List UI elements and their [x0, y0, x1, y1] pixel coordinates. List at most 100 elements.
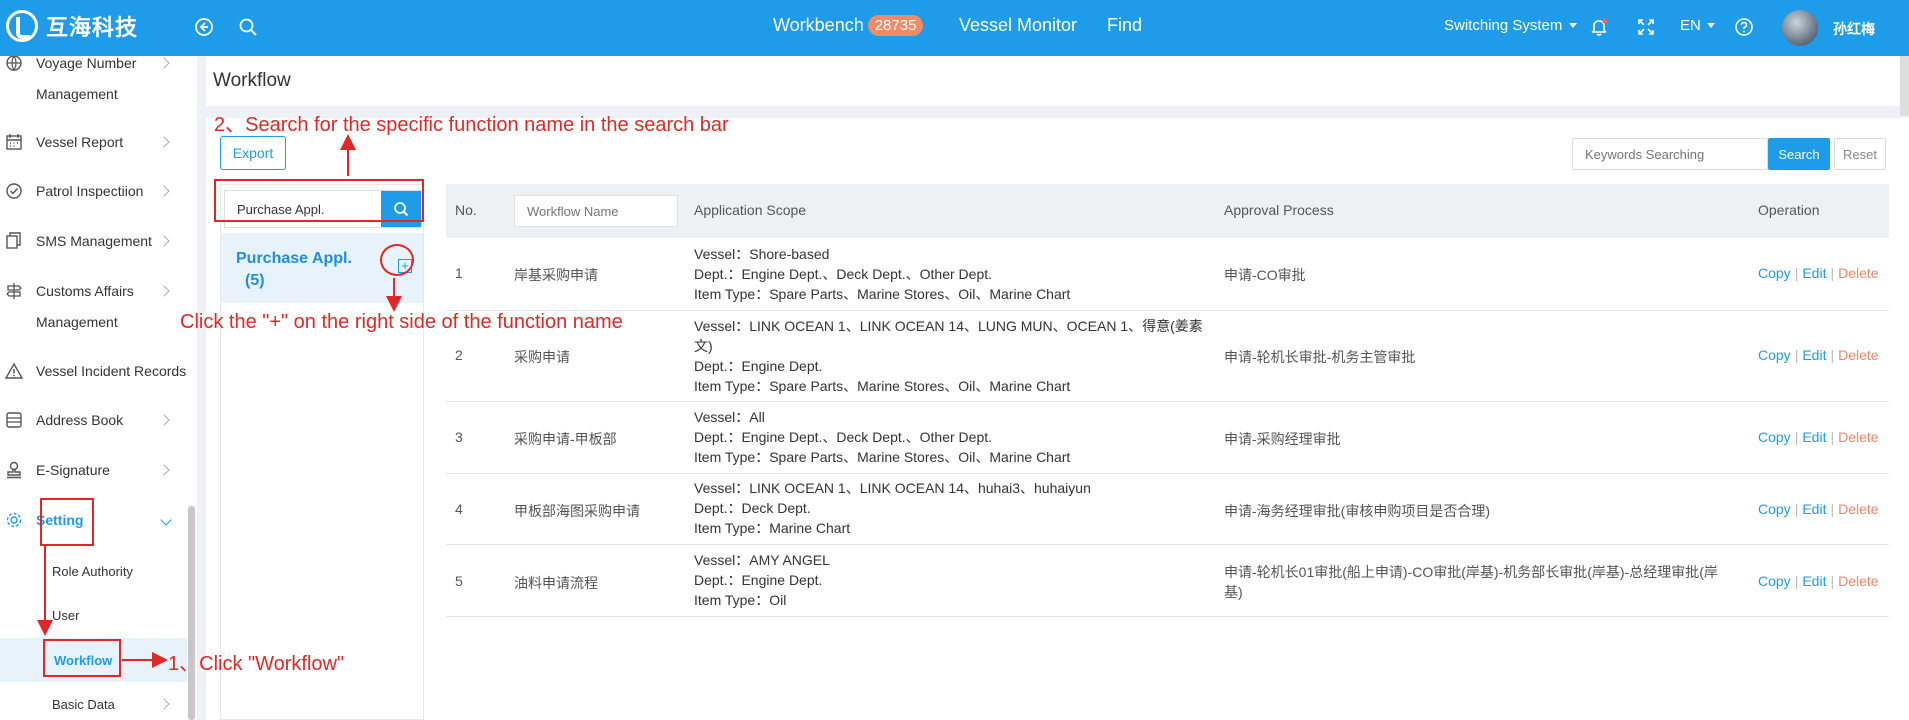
sidebar-item-label: SMS Management [36, 233, 152, 249]
copy-button[interactable]: Copy [1758, 501, 1791, 517]
sidebar-item-voyage-number[interactable]: Voyage Number [0, 56, 187, 76]
sidebar-item-label: E-Signature [36, 462, 110, 478]
chevron-right-icon [158, 414, 170, 426]
keyword-search-input[interactable] [1572, 138, 1768, 170]
sidebar-item-vessel-report[interactable]: Vessel Report [0, 129, 187, 155]
scope-line: Vessel：LINK OCEAN 1、LINK OCEAN 14、huhai3… [694, 480, 1091, 496]
row-approval: 申请-CO审批 [1224, 267, 1306, 283]
separator: | [1830, 573, 1835, 589]
row-scope: Vessel：LINK OCEAN 1、LINK OCEAN 14、huhai3… [694, 478, 1214, 538]
language-label: EN [1680, 17, 1701, 34]
annotation-plus-hint: Click the "+" on the right side of the f… [180, 311, 623, 333]
switching-system-label: Switching System [1444, 17, 1563, 34]
scope-line: Dept.：Deck Dept. [694, 500, 811, 516]
sidebar-item-address-book[interactable]: Address Book [0, 407, 187, 433]
switching-system-dropdown[interactable]: Switching System [1444, 17, 1577, 34]
table-row: 2 采购申请 Vessel：LINK OCEAN 1、LINK OCEAN 14… [446, 311, 1889, 402]
calendar-icon [6, 134, 22, 150]
sidebar-item-patrol-inspection[interactable]: Patrol Inspectiion [0, 178, 187, 204]
logo[interactable]: 互海科技 [6, 10, 138, 42]
logo-text: 互海科技 [46, 16, 139, 41]
approval-line: 申请-轮机长01审批(船上申请)-CO审批(岸基)-机务部长审批(岸基)-总经理… [1224, 564, 1718, 580]
chevron-right-icon [158, 464, 170, 476]
edit-button[interactable]: Edit [1802, 501, 1826, 517]
column-header-no: No. [455, 202, 477, 218]
nav-vessel-monitor[interactable]: Vessel Monitor [959, 15, 1077, 36]
separator: | [1794, 573, 1799, 589]
table-header: No. Application Scope Approval Process O… [446, 184, 1889, 238]
sidebar-scrollbar[interactable] [188, 506, 195, 720]
sidebar-item-label: Management [36, 86, 118, 102]
sidebar: Voyage Number Management Vessel Report P… [0, 56, 197, 720]
scope-line: Vessel：AMY ANGEL [694, 552, 830, 568]
sidebar-item-e-signature[interactable]: E-Signature [0, 457, 187, 483]
top-bar: 互海科技 Workbench 28735 Vessel Monitor Find … [0, 0, 1909, 56]
back-icon[interactable] [192, 15, 216, 39]
delete-button[interactable]: Delete [1838, 573, 1878, 589]
delete-button[interactable]: Delete [1838, 429, 1878, 445]
nav-find[interactable]: Find [1107, 15, 1142, 36]
reset-button[interactable]: Reset [1834, 138, 1886, 170]
caret-down-icon [1568, 23, 1577, 28]
sidebar-item-label: Address Book [36, 412, 124, 428]
sidebar-item-vessel-incident-records[interactable]: Vessel Incident Records [0, 358, 187, 384]
edit-button[interactable]: Edit [1802, 573, 1826, 589]
content-panel: Export Search Reset Purchase Appl. (5) +… [206, 118, 1909, 720]
separator: | [1830, 429, 1835, 445]
table-row: 3 采购申请-甲板部 Vessel：All Dept.：Engine Dept.… [446, 402, 1889, 474]
avatar[interactable] [1782, 10, 1818, 46]
function-item-count: (5) [245, 272, 265, 289]
scope-line: Vessel：All [694, 409, 765, 425]
sidebar-item-sms-management[interactable]: SMS Management [0, 228, 187, 254]
copy-button[interactable]: Copy [1758, 347, 1791, 363]
row-workflow-name: 采购申请-甲板部 [514, 431, 617, 447]
row-scope: Vessel：AMY ANGEL Dept.：Engine Dept. Item… [694, 550, 1214, 610]
scope-line: Dept.：Engine Dept.、Deck Dept.、Other Dept… [694, 266, 993, 282]
separator: | [1794, 501, 1799, 517]
row-workflow-name: 油料申请流程 [514, 575, 598, 591]
chevron-right-icon [158, 185, 170, 197]
column-header-approval: Approval Process [1224, 202, 1334, 218]
sidebar-subitem-role-authority[interactable]: Role Authority [52, 564, 133, 579]
bell-icon[interactable] [1587, 15, 1611, 39]
edit-button[interactable]: Edit [1802, 347, 1826, 363]
sidebar-subitem-basic-data[interactable]: Basic Data [52, 697, 115, 712]
separator: | [1830, 347, 1835, 363]
delete-button[interactable]: Delete [1838, 347, 1878, 363]
row-scope: Vessel：Shore-based Dept.：Engine Dept.、De… [694, 244, 1214, 304]
delete-button[interactable]: Delete [1838, 501, 1878, 517]
sidebar-subitem-user[interactable]: User [52, 608, 79, 623]
copy-button[interactable]: Copy [1758, 573, 1791, 589]
copy-button[interactable]: Copy [1758, 429, 1791, 445]
help-icon[interactable] [1732, 15, 1756, 39]
scope-line: Item Type：Spare Parts、Marine Stores、Oil、… [694, 378, 1071, 394]
edit-button[interactable]: Edit [1802, 265, 1826, 281]
search-button[interactable]: Search [1768, 138, 1830, 170]
nav-workbench-label: Workbench [773, 15, 864, 35]
row-approval: 申请-采购经理审批 [1224, 431, 1341, 447]
page-scrollbar[interactable] [1900, 56, 1909, 116]
fullscreen-icon[interactable] [1634, 15, 1658, 39]
chevron-right-icon [158, 57, 170, 69]
search-icon[interactable] [236, 15, 260, 39]
scope-line: Item Type：Marine Chart [694, 520, 851, 536]
scope-line: Vessel：LINK OCEAN 1、LINK OCEAN 14、LUNG M… [694, 318, 1203, 334]
sidebar-item-label: Management [36, 314, 118, 330]
edit-button[interactable]: Edit [1802, 429, 1826, 445]
user-name[interactable]: 孙红梅 [1833, 19, 1875, 39]
row-no: 4 [455, 501, 463, 517]
language-dropdown[interactable]: EN [1680, 17, 1716, 34]
export-button[interactable]: Export [220, 136, 286, 170]
row-scope: Vessel：All Dept.：Engine Dept.、Deck Dept.… [694, 407, 1214, 467]
nav-workbench[interactable]: Workbench 28735 [773, 15, 924, 36]
sidebar-item-customs-affairs[interactable]: Customs Affairs [0, 278, 187, 304]
scope-line: Item Type：Oil [694, 592, 787, 608]
delete-button[interactable]: Delete [1838, 265, 1878, 281]
separator: | [1830, 265, 1835, 281]
separator: | [1794, 429, 1799, 445]
scope-line: Dept.：Engine Dept. [694, 572, 823, 588]
copy-button[interactable]: Copy [1758, 265, 1791, 281]
sidebar-item-label: Vessel Incident Records [36, 363, 187, 379]
page-title: Workflow [206, 56, 1909, 106]
workflow-name-filter-input[interactable] [514, 195, 678, 227]
